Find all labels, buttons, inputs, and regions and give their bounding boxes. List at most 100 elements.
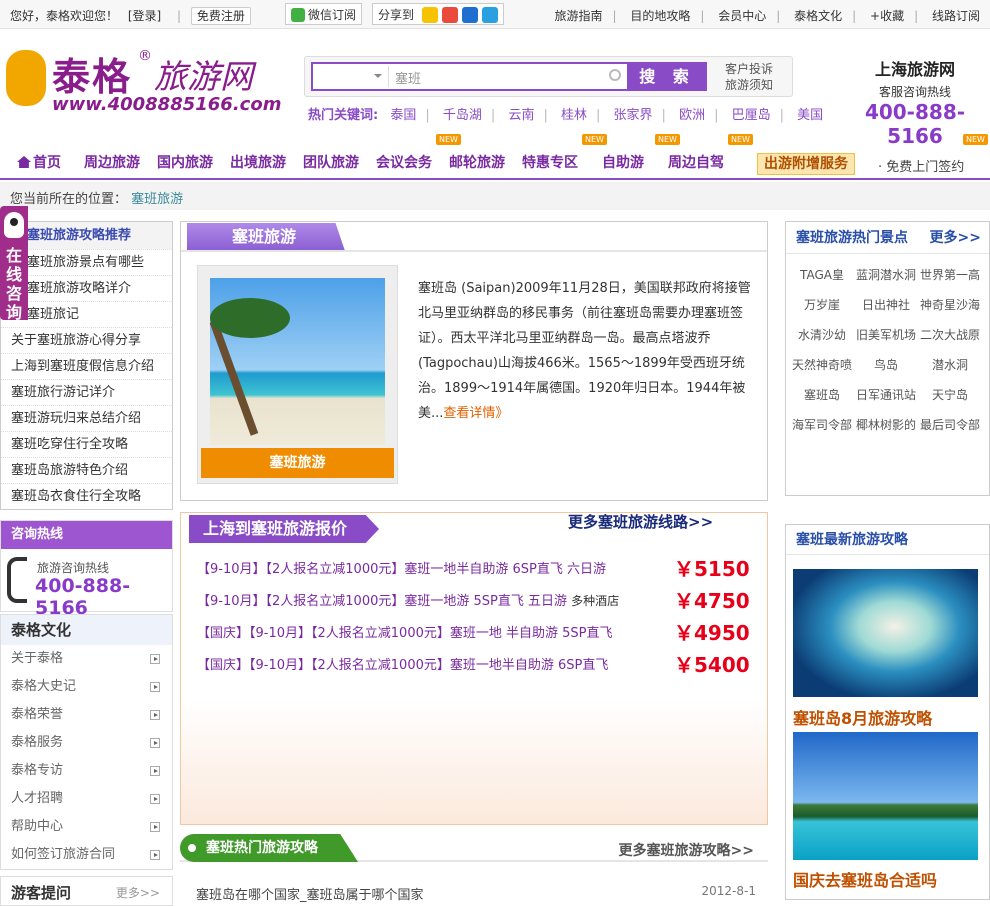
spot-link[interactable]: 水清沙幼: [790, 322, 854, 348]
hot-keyword[interactable]: 泰国: [390, 108, 416, 123]
spot-link[interactable]: 椰林树影的: [854, 412, 918, 438]
hot-keyword[interactable]: 云南: [508, 108, 534, 123]
list-item[interactable]: 关于泰格: [1, 645, 172, 673]
qzone-icon[interactable]: [421, 7, 438, 23]
travel-notice-link[interactable]: 旅游须知: [725, 77, 773, 93]
more-routes-link[interactable]: 更多塞班旅游线路>>: [568, 511, 713, 532]
list-item[interactable]: 泰格荣誉: [1, 701, 172, 729]
extra-services-button[interactable]: 出游附增服务: [757, 153, 855, 175]
route-title: 【9-10月】【2人报名立减1000元】塞班一地半自助游 6SP直飞 六日游: [197, 562, 606, 577]
island-image[interactable]: [793, 732, 978, 860]
spot-link[interactable]: 神奇星沙海: [918, 292, 982, 318]
nav-outbound[interactable]: 出境旅游: [230, 152, 286, 172]
nav-specials[interactable]: 特惠专区: [522, 152, 578, 172]
culture-title: 泰格文化: [1, 615, 172, 645]
search-category-select[interactable]: [315, 66, 389, 87]
list-item[interactable]: 塞班岛旅游特色介绍: [1, 457, 172, 483]
wechat-subscribe-button[interactable]: 微信订阅: [285, 3, 363, 25]
nav-self-guided[interactable]: 自助游: [602, 152, 644, 172]
new-badge: NEW: [582, 134, 607, 145]
online-consult-label: 在线咨询: [6, 246, 23, 322]
price-section: 上海到塞班旅游报价 更多塞班旅游线路>> 【9-10月】【2人报名立减1000元…: [180, 512, 768, 825]
intro-body: 塞班岛 (Saipan)2009年11月28日，美国联邦政府将接管北马里亚纳群岛…: [418, 281, 751, 421]
list-item[interactable]: 塞班岛衣食住行全攻略: [1, 483, 172, 509]
complaint-link[interactable]: 客户投诉: [725, 61, 773, 77]
list-item[interactable]: 上海到塞班度假信息介绍: [1, 353, 172, 379]
breadcrumb-current[interactable]: 塞班旅游: [131, 192, 183, 207]
qq-icon[interactable]: [461, 7, 478, 23]
top-link-guide[interactable]: 旅游指南: [554, 9, 602, 23]
saipan-photo[interactable]: 塞班旅游: [197, 265, 398, 484]
spot-link[interactable]: 世界第一高: [918, 262, 982, 288]
spot-link[interactable]: TAGA皇: [790, 262, 854, 288]
top-link-subscribe[interactable]: 线路订阅: [932, 9, 980, 23]
hot-guide-item[interactable]: 塞班岛在哪个国家_塞班岛属于哪个国家: [196, 884, 424, 903]
nav-group[interactable]: 团队旅游: [303, 152, 359, 172]
weibo-icon[interactable]: [441, 7, 458, 23]
top-link-culture[interactable]: 泰格文化: [794, 9, 842, 23]
site-logo[interactable]: 泰格 ® 旅游网 www.4008885166.com: [6, 44, 281, 120]
spot-link[interactable]: 天然神奇喷: [790, 352, 854, 378]
atoll-image[interactable]: [793, 569, 978, 697]
spot-link[interactable]: 二次大战原: [918, 322, 982, 348]
spot-link[interactable]: 鸟岛: [854, 352, 918, 378]
spot-link[interactable]: 万岁崖: [790, 292, 854, 318]
spot-link[interactable]: 日出神社: [854, 292, 918, 318]
spot-link[interactable]: 日军通讯站: [854, 382, 918, 408]
hot-keyword[interactable]: 巴厘岛: [732, 108, 771, 123]
nav-domestic[interactable]: 国内旅游: [157, 152, 213, 172]
route-item[interactable]: 【国庆】【9-10月】【2人报名立减1000元】塞班一地 半自助游 5SP直飞 ￥…: [197, 621, 750, 646]
top-link-favorite[interactable]: +收藏: [870, 9, 904, 23]
register-button[interactable]: 免费注册: [190, 7, 251, 25]
nav-cruise[interactable]: 邮轮旅游: [449, 152, 505, 172]
hot-keyword[interactable]: 桂林: [561, 108, 587, 123]
list-item[interactable]: 人才招聘: [1, 785, 172, 813]
spot-link[interactable]: 旧美军机场: [854, 322, 918, 348]
spot-link[interactable]: 塞班岛: [790, 382, 854, 408]
search-input[interactable]: 塞班: [311, 62, 627, 91]
hot-spots-more[interactable]: 更多>>: [930, 222, 981, 254]
nav-home-label: 首页: [33, 155, 61, 171]
list-item[interactable]: 塞班吃穿住行全攻略: [1, 431, 172, 457]
list-item[interactable]: 泰格大史记: [1, 673, 172, 701]
pengyou-icon[interactable]: [481, 7, 498, 23]
spot-link[interactable]: 天宁岛: [918, 382, 982, 408]
nav-self-drive[interactable]: 周边自驾: [668, 152, 724, 172]
latest-guide-link[interactable]: 塞班岛8月旅游攻略: [793, 705, 932, 729]
spot-link[interactable]: 海军司令部: [790, 412, 854, 438]
login-link[interactable]: [登录]: [128, 9, 161, 23]
route-item[interactable]: 【9-10月】【2人报名立减1000元】塞班一地半自助游 6SP直飞 六日游 ￥5…: [197, 557, 750, 582]
arrow-right-icon: [150, 682, 160, 692]
hot-keywords: 热门关键词: 泰国 | 千岛湖 | 云南 | 桂林 | 张家界 | 欧洲 | 巴厘岛 | 美国: [308, 104, 823, 123]
spot-link[interactable]: 最后司令部: [918, 412, 982, 438]
spot-link[interactable]: 潜水洞: [918, 352, 982, 378]
culture-box: 泰格文化 关于泰格 泰格大史记 泰格荣誉 泰格服务 泰格专访 人才招聘 帮助中心…: [0, 614, 173, 870]
list-item[interactable]: 如何签订旅游合同: [1, 841, 172, 869]
list-item[interactable]: 泰格服务: [1, 729, 172, 757]
hot-keyword[interactable]: 张家界: [614, 108, 653, 123]
nav-home[interactable]: 首页: [17, 152, 61, 172]
spot-link[interactable]: 蓝洞潜水洞: [854, 262, 918, 288]
dragon-icon: [6, 50, 46, 106]
route-item[interactable]: 【9-10月】【2人报名立减1000元】塞班一地游 5SP直飞 五日游 多种酒店…: [197, 589, 750, 614]
hot-keyword[interactable]: 美国: [797, 108, 823, 123]
latest-guide-link[interactable]: 国庆去塞班岛合适吗: [793, 867, 937, 891]
free-signing-link[interactable]: · 免费上门签约: [878, 156, 964, 175]
list-item[interactable]: 泰格专访: [1, 757, 172, 785]
hot-keyword[interactable]: 千岛湖: [443, 108, 482, 123]
hot-keyword[interactable]: 欧洲: [679, 108, 705, 123]
list-item[interactable]: 帮助中心: [1, 813, 172, 841]
list-item[interactable]: 关于塞班旅游心得分享: [1, 327, 172, 353]
intro-more-link[interactable]: 查看详情》: [443, 406, 508, 421]
hot-guides-more[interactable]: 更多塞班旅游攻略>>: [619, 840, 754, 860]
nav-meeting[interactable]: 会议会务: [376, 152, 432, 172]
nav-nearby[interactable]: 周边旅游: [84, 152, 140, 172]
online-consult-button[interactable]: 在线咨询: [0, 206, 28, 322]
search-button[interactable]: 搜 索: [627, 62, 707, 91]
visitor-questions-more[interactable]: 更多>>: [116, 884, 160, 901]
top-link-destination[interactable]: 目的地攻略: [630, 9, 690, 23]
route-item[interactable]: 【国庆】【9-10月】【2人报名立减1000元】塞班一地半自助游 6SP直飞 ￥5…: [197, 653, 750, 678]
list-item[interactable]: 塞班旅行游记详介: [1, 379, 172, 405]
top-link-member[interactable]: 会员中心: [718, 9, 766, 23]
list-item[interactable]: 塞班游玩归来总结介绍: [1, 405, 172, 431]
